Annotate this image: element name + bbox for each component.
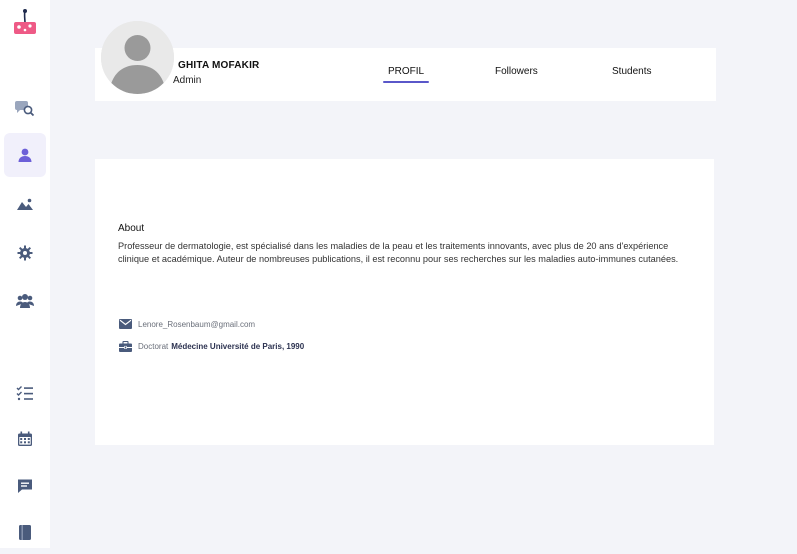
tab-followers[interactable]: Followers	[495, 66, 538, 77]
degree-row: Doctorat Médecine Université de Paris, 1…	[119, 340, 304, 352]
chat-search-icon[interactable]	[4, 86, 46, 130]
briefcase-icon	[119, 340, 132, 352]
sidebar	[0, 0, 50, 548]
tab-students[interactable]: Students	[612, 66, 651, 77]
about-card	[95, 159, 714, 445]
sidebar-item-profile[interactable]	[4, 133, 46, 177]
email-value[interactable]: Lenore_Rosenbaum@gmail.com	[138, 320, 255, 329]
tab-profil[interactable]: PROFIL	[388, 66, 424, 77]
about-title: About	[118, 223, 145, 234]
user-name: GHITA MOFAKIR	[178, 60, 260, 71]
email-row: Lenore_Rosenbaum@gmail.com	[119, 318, 255, 330]
image-icon[interactable]	[4, 182, 46, 226]
mail-icon	[119, 319, 132, 330]
active-tab-indicator	[383, 81, 429, 83]
logo-icon[interactable]	[4, 0, 46, 44]
degree-label: Doctorat	[138, 341, 169, 351]
users-icon[interactable]	[4, 279, 46, 323]
task-list-icon[interactable]	[4, 371, 46, 415]
message-icon[interactable]	[4, 464, 46, 508]
user-role: Admin	[173, 75, 202, 86]
degree-value: Médecine Université de Paris, 1990	[171, 341, 305, 351]
settings-icon[interactable]	[4, 231, 46, 275]
avatar	[101, 21, 174, 94]
user-silhouette-icon	[101, 21, 174, 94]
calendar-icon[interactable]	[4, 417, 46, 461]
profile-icon	[18, 148, 32, 162]
about-text: Professeur de dermatologie, est spéciali…	[118, 241, 679, 264]
book-icon[interactable]	[4, 510, 46, 554]
